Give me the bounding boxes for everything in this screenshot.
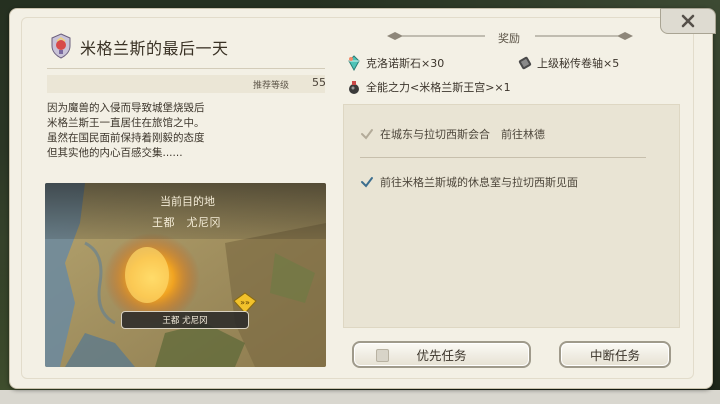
reward-item-chronos-stone: 克洛诺斯石×30 [346, 55, 444, 71]
reward-item-scroll: 上级秘传卷轴×5 [517, 55, 619, 71]
close-icon [681, 14, 695, 28]
reward-item-label: 上级秘传卷轴×5 [537, 57, 620, 70]
scroll-icon [518, 56, 532, 70]
title-divider [47, 68, 325, 69]
reward-item-label: 全能之力<米格兰斯王宫>×1 [366, 81, 511, 94]
recommended-level-label: 推荐等级 [253, 81, 290, 91]
crystal-icon [348, 55, 360, 71]
reward-item-label: 克洛诺斯石×30 [366, 57, 445, 70]
objective-text: 前往米格兰斯城的休息室与拉切西斯见面 [380, 176, 578, 189]
map-header-overlay [45, 183, 326, 239]
quest-description: 因为魔兽的入侵而导致城堡烧毁后 米格兰斯王一直居住在旅馆之中。 虽然在国民面前保… [47, 102, 205, 159]
check-icon [361, 129, 373, 140]
svg-text:»»: »» [240, 298, 250, 307]
reward-item-omnipower: 全能之力<米格兰斯王宫>×1 [346, 79, 511, 95]
priority-quest-label: 优先任务 [416, 348, 467, 363]
abort-quest-label: 中断任务 [589, 348, 640, 363]
objective-item-completed: 在城东与拉切西斯会合 前往林德 [360, 126, 545, 142]
bottom-strip [0, 390, 720, 404]
potion-icon [349, 81, 359, 94]
close-button[interactable] [660, 8, 716, 34]
objective-text: 在城东与拉切西斯会合 前往林德 [380, 128, 545, 141]
check-icon [361, 177, 373, 188]
abort-quest-button[interactable]: 中断任务 [559, 341, 671, 368]
current-destination-name: 王都 尤尼冈 [152, 216, 221, 229]
objective-divider [360, 157, 646, 158]
priority-checkbox[interactable] [376, 349, 389, 362]
destination-map[interactable]: 当前目的地 王都 尤尼冈 »» 王都 尤尼冈 [45, 183, 326, 367]
objective-item-current: 前往米格兰斯城的休息室与拉切西斯见面 [360, 174, 578, 190]
quest-emblem-icon [51, 33, 71, 59]
map-place-tag: 王都 尤尼冈 [121, 311, 249, 329]
recommended-level-value: 55 [312, 76, 326, 89]
rewards-title: 奖励 [498, 32, 520, 45]
priority-quest-button[interactable]: 优先任务 [352, 341, 531, 368]
quest-title: 米格兰斯的最后一天 [80, 39, 229, 58]
current-destination-label: 当前目的地 [160, 195, 215, 208]
